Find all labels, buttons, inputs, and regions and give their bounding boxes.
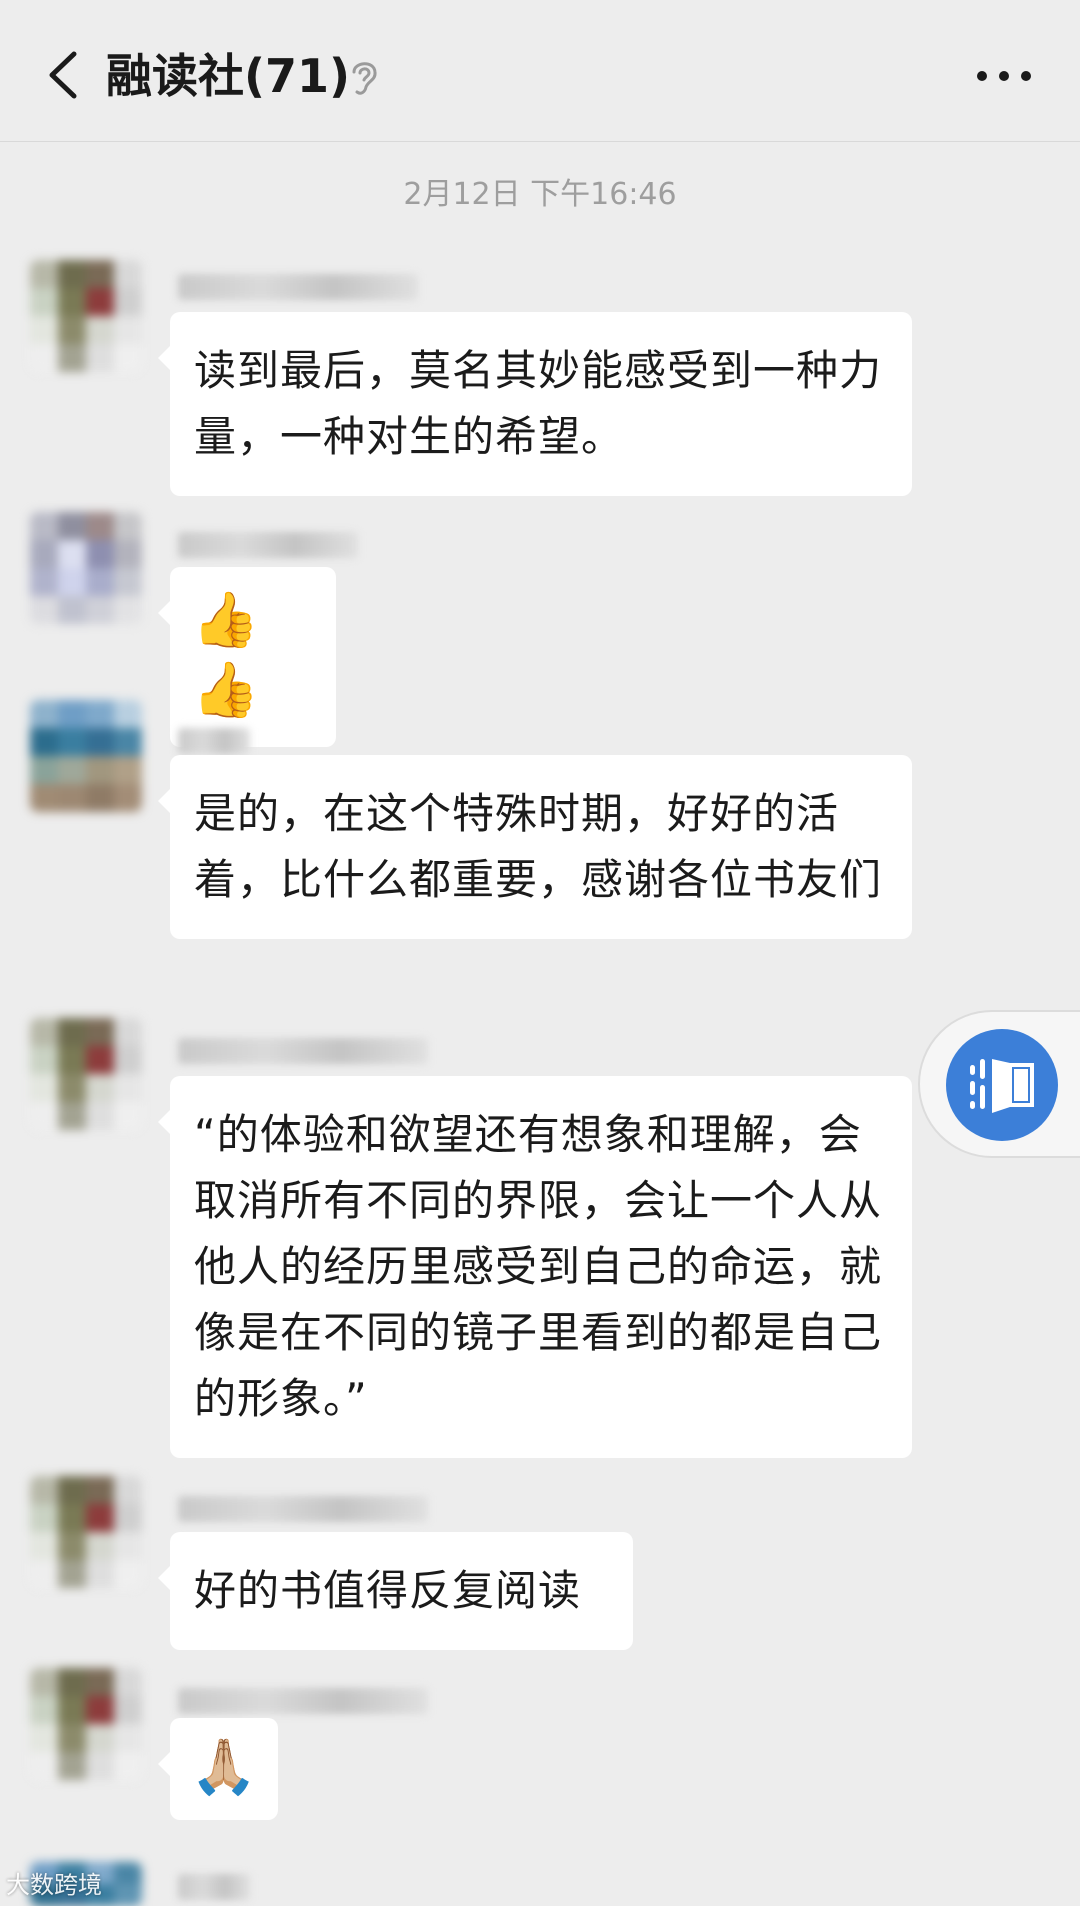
avatar[interactable] [30, 1668, 142, 1780]
message-text: 是的，在这个特殊时期，好好的活着，比什么都重要，感谢各位书友们 [194, 789, 883, 904]
message-bubble[interactable]: 🙏🏼 [158, 1718, 278, 1820]
reader-icon [970, 1059, 1034, 1113]
sender-name [178, 1874, 250, 1900]
thumbs-up-emoji: 👍👍 [192, 588, 262, 721]
message-text: 好的书值得反复阅读 [194, 1566, 582, 1615]
chevron-left-icon [49, 51, 77, 99]
avatar[interactable] [30, 1018, 142, 1130]
ear-icon [352, 62, 377, 95]
message-bubble[interactable]: 是的，在这个特殊时期，好好的活着，比什么都重要，感谢各位书友们 [158, 755, 912, 939]
message-bubble[interactable]: 👍👍 [158, 567, 336, 747]
chat-header: 融读社(71) [0, 0, 1080, 142]
sender-name [178, 274, 418, 300]
chat-title: 融读社(71) [106, 49, 351, 103]
message-bubble[interactable]: 好的书值得反复阅读 [158, 1532, 633, 1650]
sender-name [178, 532, 358, 558]
more-options-button[interactable] [964, 46, 1044, 106]
back-button[interactable] [30, 40, 100, 110]
message-text: 读到最后，莫名其妙能感受到一种力量，一种对生的希望。 [194, 346, 883, 461]
message-text: “的体验和欲望还有想象和理解，会取消所有不同的界限，会让一个人从他人的经历里感受… [194, 1110, 883, 1423]
avatar[interactable] [30, 512, 142, 624]
folded-hands-emoji: 🙏🏼 [190, 1735, 260, 1798]
avatar[interactable] [30, 260, 142, 372]
sender-name [178, 1496, 428, 1522]
avatar[interactable] [30, 1476, 142, 1588]
more-dots-icon [977, 71, 1031, 81]
floating-reader-button[interactable] [918, 1010, 1080, 1158]
message-bubble[interactable]: “的体验和欲望还有想象和理解，会取消所有不同的界限，会让一个人从他人的经历里感受… [158, 1076, 912, 1458]
message-bubble[interactable]: 读到最后，莫名其妙能感受到一种力量，一种对生的希望。 [158, 312, 912, 496]
avatar[interactable] [30, 700, 142, 812]
sender-name [178, 1688, 428, 1714]
sender-name [178, 1038, 428, 1064]
watermark: 大数跨境 [6, 1871, 102, 1899]
sender-name [178, 728, 250, 754]
message-timestamp: 2月12日 下午16:46 [403, 177, 677, 212]
